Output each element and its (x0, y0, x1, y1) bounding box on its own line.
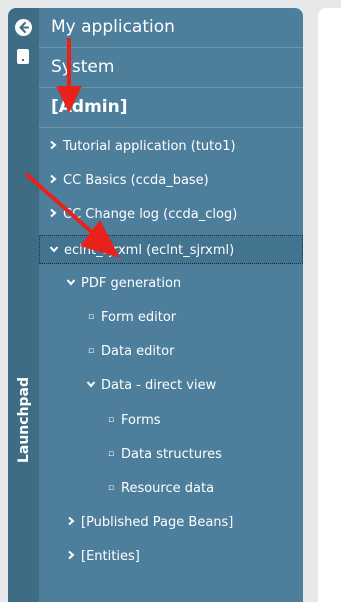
tree-row[interactable]: ▫ Data structures (39, 440, 303, 469)
tree-row[interactable]: Data - direct view (39, 371, 303, 400)
tree-row[interactable]: Tutorial application (tuto1) (39, 132, 303, 161)
tree-row-label: Data - direct view (101, 378, 217, 394)
chevron-right-icon[interactable] (65, 508, 77, 537)
bullet-icon: ▫ (87, 312, 95, 322)
tree-row[interactable]: CC Change log (ccda_clog) (39, 200, 303, 229)
document-icon[interactable] (17, 49, 29, 64)
content-area (318, 8, 341, 602)
tree-row-label: eclnt_sjrxml (eclnt_sjrxml) (64, 242, 235, 258)
tree-row-label: Forms (121, 412, 161, 428)
arrow-left-icon[interactable] (15, 19, 32, 36)
bullet-icon: ▫ (87, 346, 95, 357)
tree-row-label: Tutorial application (tuto1) (63, 139, 236, 154)
header-admin[interactable]: [Admin] (39, 88, 303, 128)
tree-row[interactable]: eclnt_sjrxml (eclnt_sjrxml) (39, 234, 303, 265)
tree-row[interactable]: ▫ Data editor (39, 337, 303, 366)
bullet-icon: ▫ (107, 414, 115, 425)
launchpad-rail: Launchpad (8, 8, 39, 602)
chevron-down-icon[interactable] (85, 371, 97, 400)
tree-row-label: PDF generation (81, 275, 182, 291)
navigation-tree: Tutorial application (tuto1) CC Basics (c… (39, 128, 303, 564)
tree-row-label: CC Change log (ccda_clog) (63, 207, 238, 223)
chevron-right-icon[interactable] (47, 166, 59, 195)
chevron-down-icon[interactable] (65, 269, 77, 298)
tree-row[interactable]: ▫ Resource data (39, 474, 303, 503)
launchpad-label[interactable]: Launchpad (16, 376, 32, 464)
tree-row[interactable]: [Published Page Beans] (39, 508, 303, 537)
navigation-panel: My application System [Admin] Tutorial a… (39, 8, 303, 602)
tree-row-label: Data editor (101, 344, 175, 360)
tree-row-label: Resource data (121, 481, 215, 496)
tree-row[interactable]: ▫ Form editor (39, 303, 303, 332)
tree-row[interactable]: ▫ Forms (39, 406, 303, 435)
chevron-down-icon[interactable] (48, 236, 60, 265)
header-my-application[interactable]: My application (39, 8, 303, 48)
header-system[interactable]: System (39, 48, 303, 88)
tree-row-label: [Entities] (81, 549, 140, 565)
tree-row-label: CC Basics (ccda_base) (63, 173, 209, 189)
tree-row-label: Data structures (121, 446, 222, 462)
bullet-icon: ▫ (107, 448, 115, 459)
tree-row[interactable]: PDF generation (39, 269, 303, 298)
tree-row-label: [Published Page Beans] (81, 515, 234, 531)
tree-row-label: Form editor (101, 310, 177, 325)
chevron-right-icon[interactable] (47, 200, 59, 229)
chevron-right-icon[interactable] (47, 132, 59, 161)
tree-row[interactable]: CC Basics (ccda_base) (39, 166, 303, 195)
chevron-right-icon[interactable] (65, 542, 77, 571)
tree-row[interactable]: [Entities] (39, 542, 303, 571)
bullet-icon: ▫ (107, 483, 115, 493)
